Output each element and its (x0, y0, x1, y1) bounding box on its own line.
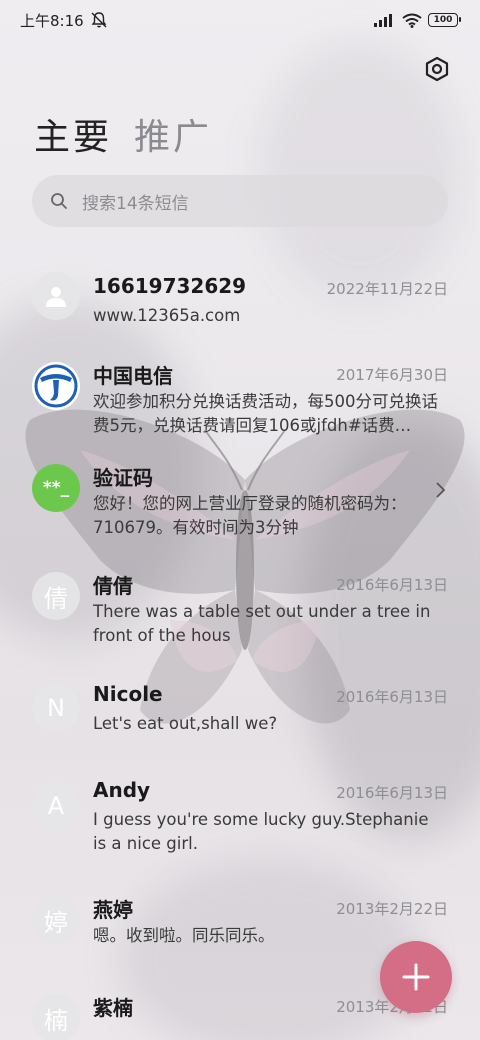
settings-hexagon-icon (425, 56, 449, 82)
mute-icon (91, 12, 107, 28)
signal-icon (374, 14, 392, 27)
china-telecom-logo (32, 362, 80, 410)
battery-level: 100 (433, 15, 453, 25)
status-time: 上午8:16 (20, 11, 84, 30)
contact-name: Nicole (93, 682, 163, 706)
avatar: 倩 (32, 572, 80, 620)
avatar-initial: 楠 (44, 1006, 68, 1035)
wifi-icon (402, 13, 422, 28)
tab-promo[interactable]: 推广 (134, 108, 212, 160)
battery-icon: 100 (428, 13, 461, 27)
message-date: 2016年6月13日 (336, 576, 448, 594)
avatar-initial: 婷 (44, 908, 68, 937)
new-message-button[interactable] (380, 941, 452, 1013)
conversation-item[interactable]: 倩 倩倩 2016年6月13日 There was a table set ou… (0, 572, 480, 694)
code-avatar-text: **_ (42, 478, 70, 498)
contact-name: 验证码 (93, 466, 153, 490)
search-icon (51, 193, 67, 209)
tab-main[interactable]: 主要 (34, 108, 112, 160)
avatar-initial: A (47, 792, 65, 820)
conversation-item[interactable]: **_ 验证码 您好！您的网上营业厅登录的随机密码为：710679。有效时间为3… (0, 460, 480, 576)
contact-name: 倩倩 (93, 574, 133, 598)
person-icon (46, 287, 66, 307)
message-preview: Let's eat out,shall we? (93, 714, 278, 733)
conversation-list: 16619732629 2022年11月22日 www.12365a.com 中… (0, 256, 480, 1040)
message-date: 2016年6月13日 (336, 688, 448, 706)
conversation-item[interactable]: N Nicole 2016年6月13日 Let's eat out,shall … (0, 682, 480, 790)
avatar: 婷 (32, 896, 80, 944)
message-date: 2017年6月30日 (336, 366, 448, 384)
contact-name: 中国电信 (93, 364, 173, 388)
avatar: 楠 (32, 994, 80, 1040)
avatar: **_ (32, 464, 80, 512)
contact-name: Andy (93, 778, 151, 802)
avatar: N (32, 684, 80, 732)
contact-name: 16619732629 (93, 274, 247, 298)
chevron-right-icon (436, 482, 446, 498)
message-date: 2013年2月22日 (336, 900, 448, 918)
contact-name: 紫楠 (93, 996, 133, 1020)
message-preview: 嗯。收到啦。同乐同乐。 (93, 926, 275, 945)
message-preview: There was a table set out under a tree i… (93, 602, 431, 645)
avatar: A (32, 782, 80, 830)
conversation-item[interactable]: A Andy 2016年6月13日 I guess you're some lu… (0, 778, 480, 906)
message-preview: I guess you're some lucky guy.Stephanie … (93, 810, 429, 853)
conversation-item[interactable]: 16619732629 2022年11月22日 www.12365a.com (0, 256, 480, 350)
conversation-item[interactable]: 中国电信 2017年6月30日 欢迎参加积分兑换话费活动，每500分可兑换话费5… (0, 350, 480, 460)
message-preview: www.12365a.com (93, 306, 241, 325)
message-preview: 您好！您的网上营业厅登录的随机密码为：710679。有效时间为3分钟 (93, 494, 407, 537)
avatar (32, 362, 80, 410)
message-tabs: 主要 推广 (34, 108, 212, 160)
message-preview: 欢迎参加积分兑换话费活动，每500分可兑换话费5元，兑换话费请回复106或jfd… (93, 392, 438, 435)
avatar (32, 272, 80, 320)
settings-button[interactable] (422, 54, 452, 84)
contact-name: 燕婷 (93, 898, 133, 922)
status-bar: 上午8:16 100 (0, 0, 480, 40)
search-input[interactable]: 搜索14条短信 (32, 175, 448, 227)
avatar-initial: N (47, 694, 65, 722)
message-date: 2016年6月13日 (336, 784, 448, 802)
avatar-initial: 倩 (44, 584, 68, 613)
plus-icon (402, 963, 430, 991)
search-placeholder: 搜索14条短信 (82, 193, 189, 214)
message-date: 2022年11月22日 (326, 280, 448, 298)
status-indicators: 100 (374, 13, 461, 28)
